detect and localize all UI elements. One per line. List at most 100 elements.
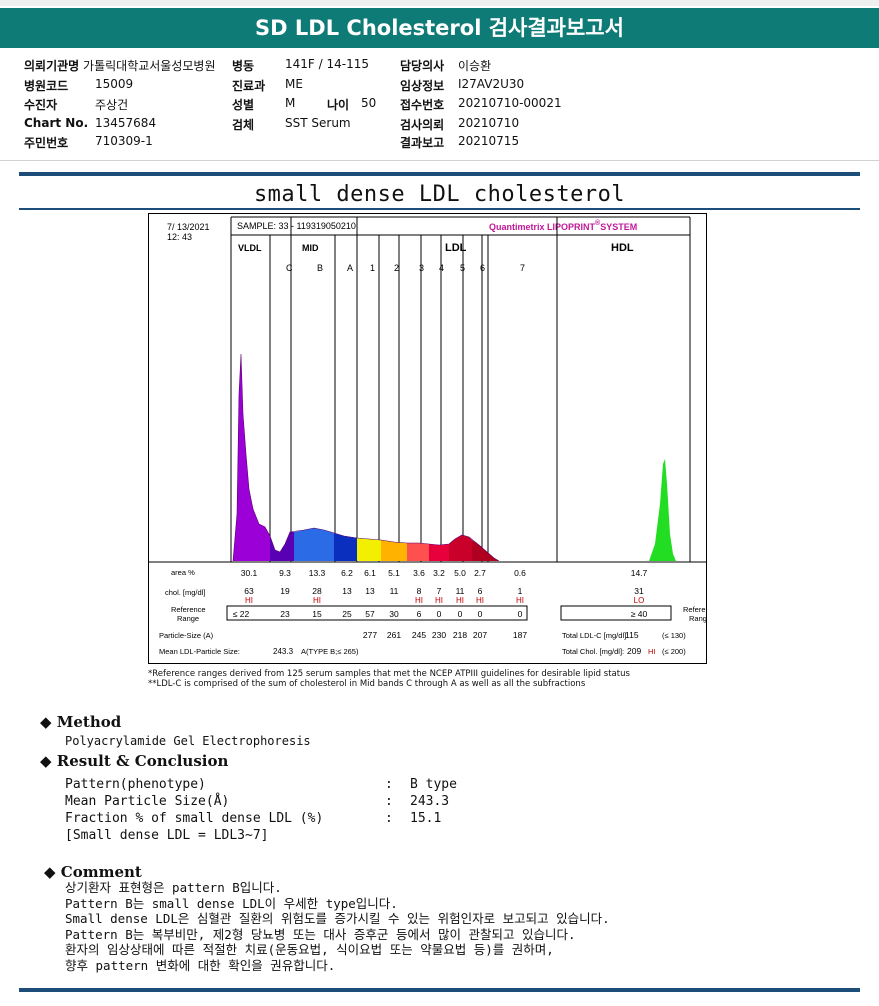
- method-text: Polyacrylamide Gel Electrophoresis: [65, 734, 311, 748]
- comment-title: Comment: [60, 863, 142, 881]
- specimen-label: 검체: [232, 118, 255, 132]
- hospital-code-row: 병원코드: [24, 77, 68, 94]
- lipoprint-chart: 7/ 13/2021 12: 43 SAMPLE: 33 - 119319050…: [148, 213, 718, 664]
- clinical-label: 임상정보: [400, 79, 445, 93]
- peak-outline: [232, 353, 500, 562]
- area-value: 30.1: [241, 568, 258, 578]
- area-value: 9.3: [279, 568, 291, 578]
- ref-value: 30: [389, 609, 399, 619]
- comment-heading: ◆ Comment: [44, 863, 142, 881]
- result-label-2: Fraction % of small dense LDL (%): [65, 811, 324, 826]
- flag-value: HI: [245, 596, 253, 605]
- band-label-7: 7: [520, 263, 525, 273]
- comment-body: 상기환자 표현형은 pattern B입니다. Pattern B는 small…: [65, 880, 610, 973]
- result-colon-0: :: [385, 777, 393, 792]
- hospital-code-value: 15009: [95, 77, 134, 91]
- sex-label: 성별: [232, 98, 255, 112]
- flag-value: HI: [435, 596, 443, 605]
- ref-value: 57: [365, 609, 375, 619]
- band-label-A: A: [347, 263, 353, 273]
- group-mid: MID: [302, 243, 319, 253]
- method-title: Method: [56, 713, 122, 731]
- flag-value: HI: [476, 596, 484, 605]
- flag-value: HI: [516, 596, 524, 605]
- area-value: 14.7: [631, 568, 648, 578]
- doctor-value: 이승환: [458, 59, 492, 73]
- chol-value: 11: [390, 586, 399, 596]
- top-border: [0, 0, 879, 6]
- comment-line: Pattern B는 small dense LDL이 우세한 type입니다.: [65, 895, 398, 911]
- ref-value: 25: [342, 609, 352, 619]
- ref-value: 23: [280, 609, 290, 619]
- total-ldl-value: 115: [625, 630, 639, 640]
- result-heading: ◆ Result & Conclusion: [40, 752, 228, 770]
- band-label-B: B: [317, 263, 323, 273]
- band-label-4: 4: [439, 263, 444, 273]
- ref-value: ≤ 22: [233, 609, 250, 619]
- request-label: 검사의뢰: [400, 118, 445, 132]
- flag-value: HI: [313, 596, 321, 605]
- resident-no-label: 주민번호: [24, 136, 69, 150]
- comment-line: 상기환자 표현형은 pattern B입니다.: [65, 880, 282, 895]
- total-chol-value: 209: [627, 646, 641, 656]
- row-label-area: area %: [171, 568, 195, 577]
- result-value-0: B type: [410, 777, 457, 792]
- electrophoresis-peaks: [232, 353, 676, 562]
- comment-line: 향후 pattern 변화에 대한 확인을 권유합니다.: [65, 957, 336, 973]
- comment-line: 환자의 임상상태에 따른 적절한 치료(운동요법, 식이요법 또는 약물요법 등…: [65, 942, 554, 957]
- examinee-label: 수진자: [24, 98, 58, 112]
- result-colon-1: :: [385, 794, 393, 809]
- chol-value: 1: [518, 586, 523, 596]
- result-table: area % chol. [mg/dl] 30.1 9.3 13.3 6.2 6.1 5.1 3…: [159, 568, 718, 656]
- group-ldl: LDL: [445, 242, 467, 254]
- report-title: small dense LDL cholesterol: [253, 182, 626, 207]
- ward-label: 병동: [232, 59, 255, 73]
- specimen-value: SST Serum: [285, 116, 351, 130]
- total-ldl-label: Total LDL-C [mg/dl]:: [562, 631, 628, 640]
- chol-value: 11: [456, 586, 465, 596]
- flag-value: LO: [634, 596, 645, 605]
- band-label-C: C: [286, 263, 293, 273]
- receipt-value: 20210710-00021: [458, 96, 562, 110]
- row-label-chol: chol. [mg/dl]: [165, 588, 205, 597]
- chart-system-name: Quantimetrix LIPOPRINT: [489, 222, 596, 232]
- area-value: 13.3: [309, 568, 326, 578]
- result-label-1: Mean Particle Size(Å): [65, 794, 230, 809]
- total-chol-flag: HI: [648, 647, 656, 656]
- total-chol-ref: (≤ 200): [662, 647, 686, 656]
- chol-value: 31: [634, 586, 644, 596]
- ref-value: 6: [417, 609, 422, 619]
- ref-value: 15: [312, 609, 322, 619]
- footnote-1: *Reference ranges derived from 125 serum…: [148, 669, 630, 679]
- band-labels: C B A 1 2 3 4 5 6 7: [286, 263, 525, 273]
- peak-segment: [233, 354, 270, 561]
- chart-date: 7/ 13/2021: [167, 222, 210, 232]
- result-value-2: 15.1: [410, 811, 442, 826]
- institution-row: 의뢰기관명 가톨릭대학교서울성모병원: [24, 57, 216, 74]
- area-value: 6.2: [341, 568, 353, 578]
- institution-label: 의뢰기관명: [24, 59, 80, 73]
- area-value: 5.1: [388, 568, 400, 578]
- comment-line: Small dense LDL은 심혈관 질환의 위험도를 증가시킬 수 있는 …: [65, 911, 610, 926]
- receipt-label: 접수번호: [400, 98, 445, 112]
- row-label-size: Particle-Size (A): [159, 631, 214, 640]
- examinee-value: 주상건: [95, 98, 129, 112]
- diamond-icon: ◆: [44, 863, 56, 881]
- header-divider: [0, 160, 879, 161]
- doctor-label: 담당의사: [400, 59, 445, 73]
- report-label: 결과보고: [400, 136, 445, 150]
- peak-segment: [429, 544, 449, 561]
- particle-size-value: 230: [432, 630, 446, 640]
- result-colon-2: :: [385, 811, 393, 826]
- mean-size-value: 243.3: [273, 647, 294, 656]
- area-value: 2.7: [474, 568, 486, 578]
- row-label-ref-right-2: Range: [689, 614, 706, 623]
- chol-value: 8: [417, 586, 422, 596]
- row-label-ref-right-1: Reference: [683, 605, 706, 614]
- chart-sample: SAMPLE: 33 - 119319050210: [237, 221, 356, 231]
- dept-label: 진료과: [232, 79, 266, 93]
- footnote-2: **LDL-C is comprised of the sum of chole…: [148, 679, 586, 689]
- comment-line: Pattern B는 복부비만, 제2형 당뇨병 또는 대사 증후군 등에서 많…: [65, 926, 576, 942]
- ward-value: 141F / 14-115: [285, 57, 369, 71]
- particle-size-value: 187: [513, 630, 527, 640]
